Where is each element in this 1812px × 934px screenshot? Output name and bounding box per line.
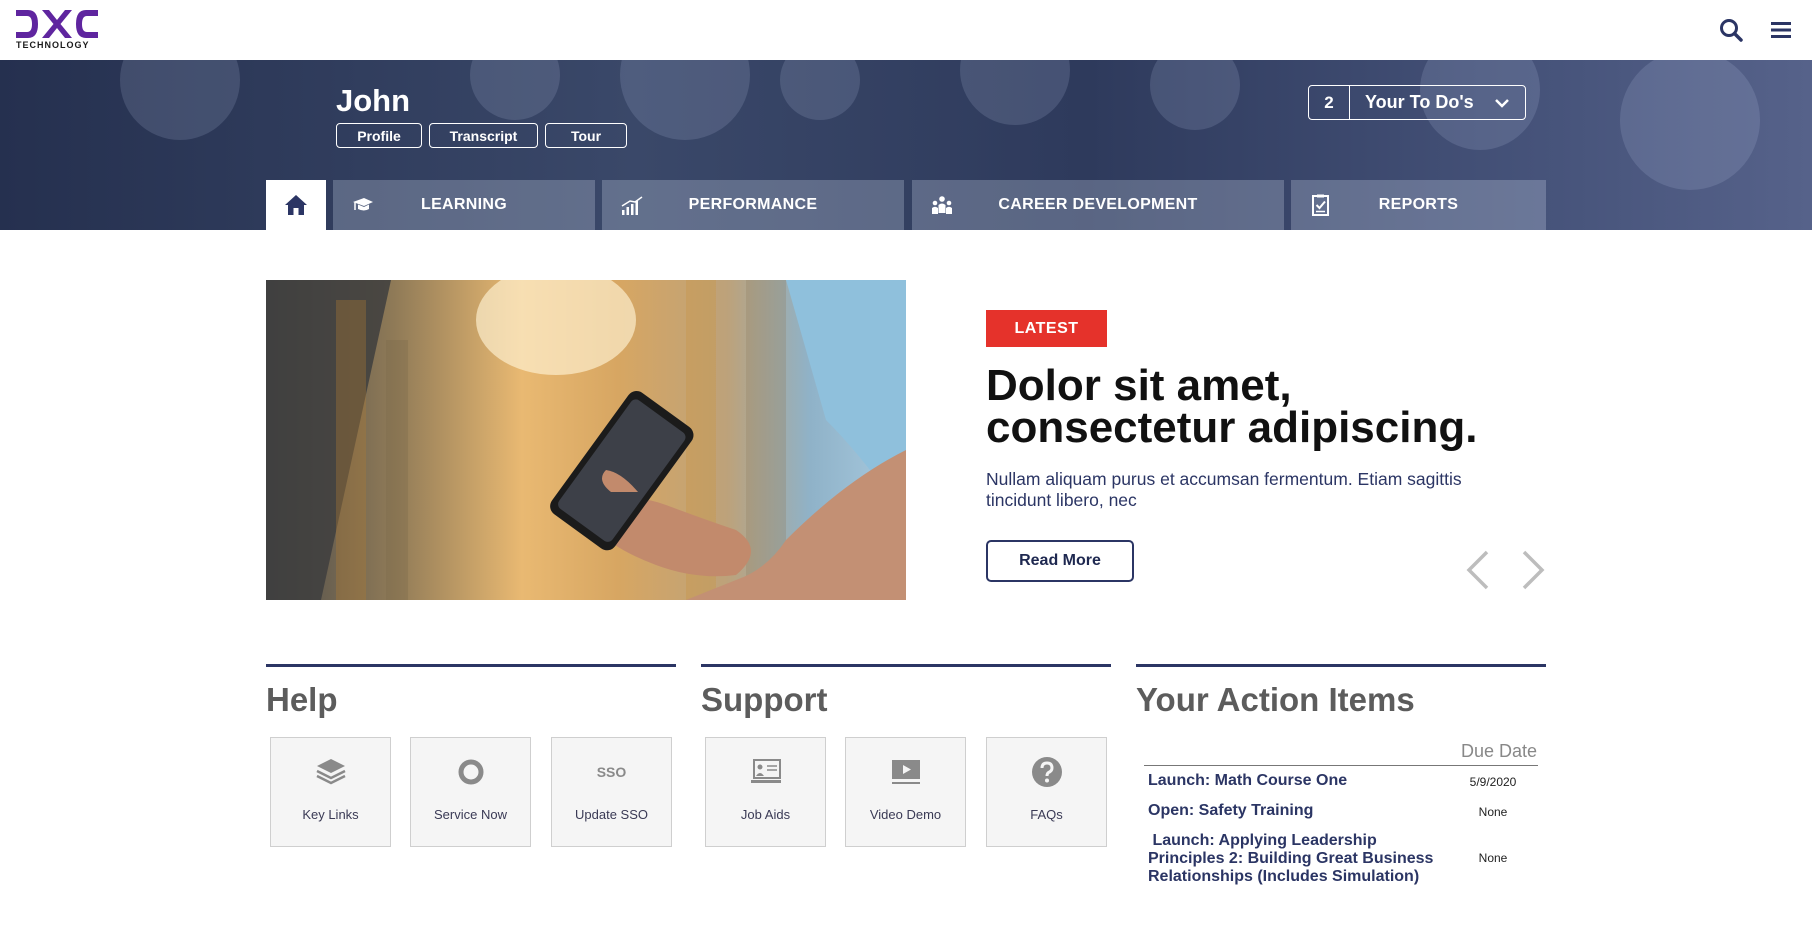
- bokeh-light: [960, 60, 1070, 125]
- search-icon[interactable]: [1717, 16, 1745, 44]
- carousel-next-arrow-icon[interactable]: [1518, 548, 1548, 592]
- tab-label: PERFORMANCE: [688, 196, 818, 213]
- logo-wordmark: TECHNOLOGY: [16, 40, 90, 50]
- key-links-tile[interactable]: Key Links: [270, 737, 391, 847]
- action-item-link[interactable]: Open: Safety Training: [1148, 802, 1448, 820]
- tour-button[interactable]: Tour: [545, 123, 627, 148]
- action-item-due: None: [1478, 851, 1508, 865]
- due-date-header: Due Date: [1460, 741, 1537, 761]
- divider: [1144, 765, 1538, 766]
- todo-dropdown[interactable]: 2 Your To Do's: [1308, 85, 1526, 120]
- home-icon: [285, 195, 307, 215]
- bokeh-light: [620, 60, 750, 140]
- tab-career-development[interactable]: CAREER DEVELOPMENT: [912, 180, 1284, 230]
- transcript-button[interactable]: Transcript: [429, 123, 538, 148]
- feature-photo: [266, 280, 906, 600]
- latest-badge: LATEST: [986, 310, 1107, 347]
- tab-home[interactable]: [266, 180, 326, 230]
- stack-layers-icon: [314, 756, 348, 788]
- support-section: Support Job Aids Video Demo FAQs: [701, 664, 1111, 847]
- update-sso-tile[interactable]: SSO Update SSO: [551, 737, 672, 847]
- graduation-cap-icon: [353, 198, 373, 211]
- service-now-tile[interactable]: Service Now: [410, 737, 531, 847]
- bar-chart-icon: [621, 196, 643, 215]
- tile-label: Video Demo: [869, 807, 942, 822]
- bokeh-light: [780, 60, 860, 120]
- bokeh-light: [1620, 60, 1760, 190]
- video-demo-tile[interactable]: Video Demo: [845, 737, 966, 847]
- feature-headline: Dolor sit amet, consectetur adipiscing.: [986, 361, 1478, 452]
- action-item-link[interactable]: Launch: Applying Leadership Principles 2…: [1148, 832, 1448, 886]
- action-item-link[interactable]: Launch: Math Course One: [1148, 772, 1448, 790]
- support-title: Support: [701, 681, 828, 718]
- help-section: Help Key Links Service Now SSO Update SS…: [266, 664, 676, 847]
- bokeh-light: [1150, 60, 1240, 130]
- top-bar: TECHNOLOGY: [0, 0, 1812, 60]
- action-item-due: None: [1478, 805, 1508, 819]
- chevron-down-icon: [1495, 99, 1509, 108]
- tile-label: Job Aids: [740, 807, 791, 822]
- carousel-prev-arrow-icon[interactable]: [1463, 548, 1493, 592]
- bokeh-light: [470, 60, 560, 120]
- video-play-icon: [889, 756, 923, 788]
- bokeh-light: [120, 60, 240, 140]
- profile-button[interactable]: Profile: [336, 123, 422, 148]
- todo-count: 2: [1309, 86, 1350, 119]
- faqs-tile[interactable]: FAQs: [986, 737, 1107, 847]
- tab-label: CAREER DEVELOPMENT: [998, 196, 1198, 213]
- sso-text: SSO: [596, 764, 627, 780]
- action-items-section: Your Action Items: [1136, 664, 1546, 718]
- feature-image: [266, 280, 906, 600]
- people-icon: [932, 196, 952, 214]
- tile-label: Service Now: [434, 807, 507, 822]
- sso-text-icon: SSO: [595, 756, 629, 788]
- hamburger-menu-icon[interactable]: [1768, 16, 1796, 44]
- tile-label: Key Links: [302, 807, 359, 822]
- tab-performance[interactable]: PERFORMANCE: [602, 180, 904, 230]
- question-circle-icon: [1030, 756, 1064, 788]
- read-more-button[interactable]: Read More: [986, 540, 1134, 582]
- action-item-row: Launch: Math Course One 5/9/2020: [1148, 772, 1538, 794]
- action-item-row: Open: Safety Training None: [1148, 802, 1538, 824]
- tab-reports[interactable]: REPORTS: [1291, 180, 1546, 230]
- tile-label: FAQs: [1030, 807, 1063, 822]
- user-name: John: [336, 83, 411, 118]
- help-title: Help: [266, 681, 338, 718]
- feature-body: Nullam aliquam purus et accumsan ferment…: [986, 469, 1462, 510]
- ring-icon: [454, 756, 488, 788]
- clipboard-check-icon: [1312, 194, 1329, 216]
- presentation-icon: [749, 756, 783, 788]
- action-item-row: Launch: Applying Leadership Principles 2…: [1148, 832, 1538, 892]
- tab-learning[interactable]: LEARNING: [333, 180, 595, 230]
- hero-banner: John Profile Transcript Tour 2 Your To D…: [0, 60, 1812, 230]
- tile-label: Update SSO: [575, 807, 648, 822]
- job-aids-tile[interactable]: Job Aids: [705, 737, 826, 847]
- action-items-title: Your Action Items: [1136, 681, 1415, 718]
- action-item-due: 5/9/2020: [1469, 775, 1517, 789]
